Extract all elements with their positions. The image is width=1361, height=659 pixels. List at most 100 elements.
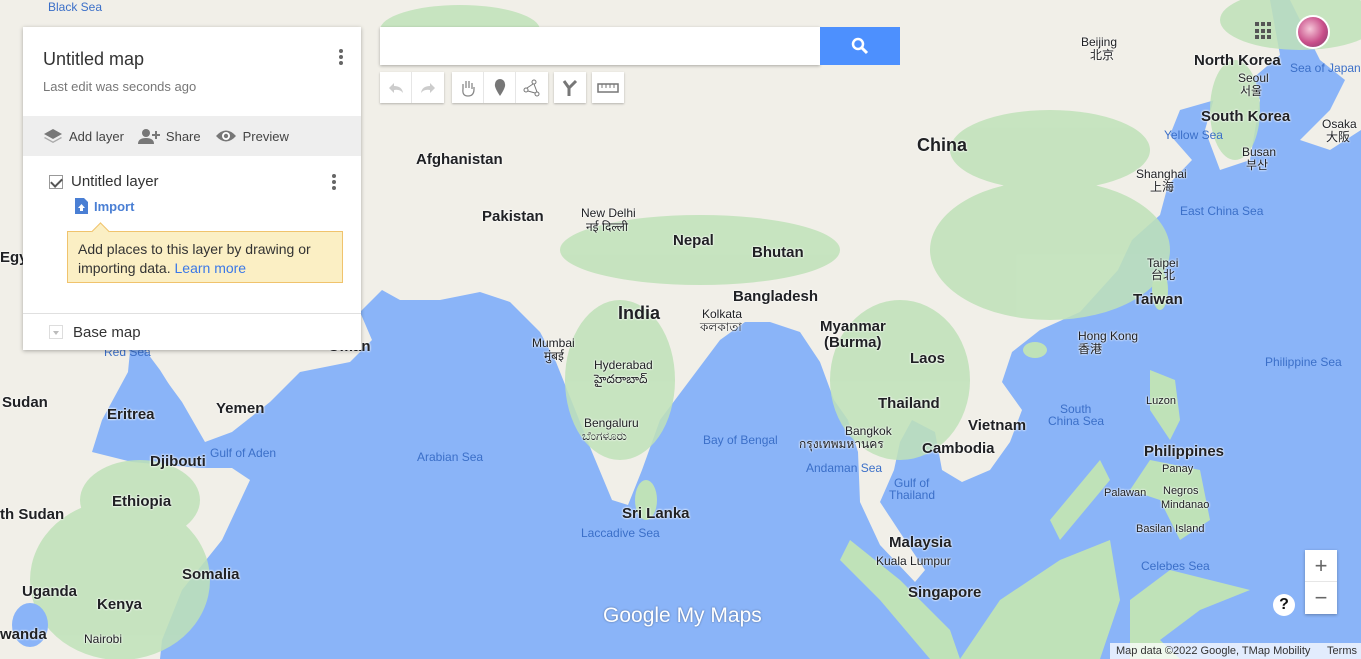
map-label: North Korea [1194,52,1281,69]
map-label: New Delhi [581,206,636,220]
layer-item: Untitled layer [49,173,159,190]
map-title[interactable]: Untitled map [43,49,144,70]
select-items-button[interactable] [452,72,484,103]
map-label: Sea of Japan [1290,61,1361,75]
drawing-toolbar [452,72,548,103]
map-label: Bangladesh [733,288,819,305]
map-options-menu-icon[interactable] [333,47,349,69]
undo-icon [388,82,403,93]
map-label: Afghanistan [416,151,503,168]
map-label: Bangkok [845,424,892,438]
measure-button[interactable] [592,72,624,103]
map-label: Cambodia [922,440,995,457]
draw-line-button[interactable] [516,72,548,103]
directions-icon [562,79,578,96]
map-label: Basilan Island [1136,523,1205,535]
add-layer-button[interactable]: Add layer [43,128,124,144]
map-label: China Sea [1048,414,1105,428]
map-label: wanda [0,626,47,643]
map-label: 서울 [1240,84,1263,98]
apps-grid-icon[interactable] [1255,22,1273,40]
search-input[interactable] [380,27,820,65]
map-label: Eritrea [107,406,155,423]
map-label: Pakistan [482,208,544,225]
layer-visibility-checkbox[interactable] [49,174,63,189]
map-label: Bhutan [752,244,804,261]
map-label: Ethiopia [112,493,172,510]
map-label: Taiwan [1133,291,1183,308]
eye-icon [215,130,236,142]
map-label: హైదరాబాద్ [594,372,648,386]
map-label: Beijing [1081,35,1118,49]
map-label: South Korea [1201,108,1291,125]
directions-toolbar [554,72,586,103]
google-logo-text: Google [603,604,671,627]
map-label: Thailand [878,395,940,412]
search-button[interactable] [820,27,900,65]
zoom-in-button[interactable]: + [1305,550,1337,582]
add-directions-button[interactable] [554,72,586,103]
import-link[interactable]: Import [75,198,134,214]
map-label: 부산 [1246,158,1269,172]
import-label: Import [94,198,135,214]
map-label: Yemen [216,400,265,417]
map-label: India [618,303,661,323]
share-label: Share [165,128,201,144]
expand-caret-icon[interactable] [49,325,63,339]
add-marker-button[interactable] [484,72,516,103]
zoom-control: + − [1305,550,1337,614]
map-attribution: Map data ©2022 Google, TMap Mobility Ter… [1110,643,1361,659]
map-label: 北京 [1090,48,1115,62]
map-label: Mindanao [1161,499,1210,511]
map-label: কলকাতা [700,320,742,334]
map-label: Shanghai [1136,167,1187,181]
panel-actions: Add layer Share Preview [23,116,361,156]
map-label: 香港 [1078,342,1103,356]
map-label: Bengaluru [584,416,639,430]
map-label: 上海 [1150,180,1175,194]
map-label: मुंबई [544,349,564,363]
map-label: Kuala Lumpur [876,554,951,568]
share-button[interactable]: Share [137,128,201,144]
learn-more-link[interactable]: Learn more [175,260,247,276]
map-label: Celebes Sea [1141,559,1210,573]
map-label: Djibouti [150,453,206,470]
redo-button[interactable] [412,72,444,103]
terms-link[interactable]: Terms [1327,643,1357,659]
zoom-out-button[interactable]: − [1305,582,1337,614]
map-label: Singapore [908,584,982,601]
marker-icon [494,78,505,96]
map-label: Nepal [673,232,714,249]
map-label: (Burma) [824,334,882,351]
history-toolbar [380,72,444,103]
map-label: Andaman Sea [806,461,883,475]
map-label: East China Sea [1180,204,1264,218]
map-label: Gulf of Aden [210,446,277,460]
map-label: Palawan [1104,487,1147,499]
help-icon[interactable]: ? [1273,594,1295,616]
layer-hint-tooltip: Add places to this layer by drawing or i… [67,231,343,283]
preview-button[interactable]: Preview [215,129,289,144]
map-label: Hong Kong [1078,329,1139,343]
map-label: Negros [1163,485,1199,497]
base-map-section[interactable]: Base map [23,313,361,350]
map-label: Luzon [1146,395,1176,407]
preview-label: Preview [242,128,289,144]
map-label: Nairobi [84,632,123,646]
redo-icon [421,82,435,93]
map-label: Malaysia [889,534,952,551]
avatar[interactable] [1296,15,1330,49]
my-maps-logo-text: My Maps [676,604,762,627]
map-label: Osaka [1322,117,1357,131]
layer-options-menu-icon[interactable] [326,172,342,194]
map-label: Yellow Sea [1164,128,1223,142]
map-label: Thailand [889,488,936,502]
undo-button[interactable] [380,72,412,103]
layer-name[interactable]: Untitled layer [71,173,159,190]
map-label: Kolkata [702,307,743,321]
search-icon [851,37,869,55]
last-edit-status: Last edit was seconds ago [43,79,197,94]
map-label: Laccadive Sea [581,526,660,540]
ruler-icon [597,82,619,93]
layers-icon [44,129,62,143]
